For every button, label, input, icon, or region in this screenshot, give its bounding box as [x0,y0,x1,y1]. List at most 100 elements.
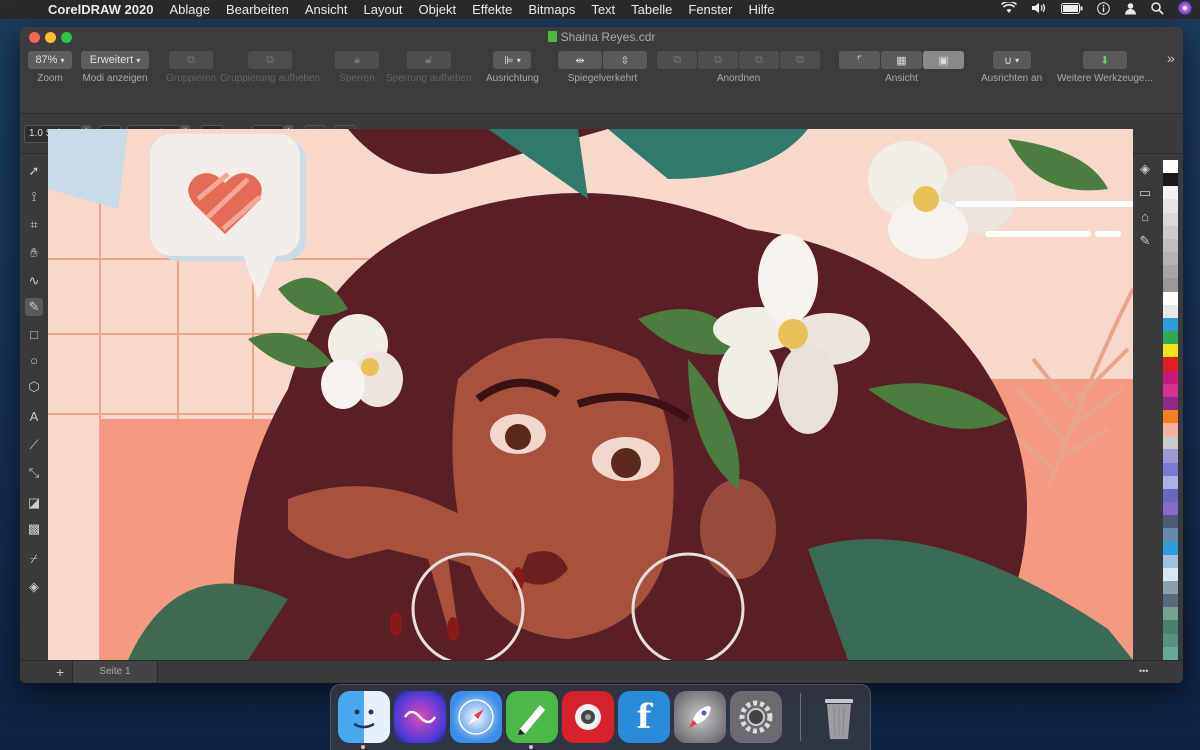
siri-icon[interactable] [1178,1,1192,18]
fontlab-icon[interactable]: f [618,691,670,743]
palette-swatch[interactable] [1163,291,1178,305]
palette-swatch[interactable] [1163,581,1178,595]
text-tool-icon[interactable]: A [25,408,43,426]
lock-button[interactable]: 🔒︎ [335,51,379,69]
palette-swatch[interactable] [1163,633,1178,647]
rectangle-tool-icon[interactable]: □ [25,326,43,344]
parallel-dimension-tool-icon[interactable]: ⟋ [25,436,43,454]
finder-icon[interactable] [338,691,390,743]
pan-tool-icon[interactable]: ✋︎ [25,244,43,262]
palette-swatch[interactable] [1163,436,1178,450]
more-tools-button[interactable]: ⬇ [1082,51,1127,69]
menu-hilfe[interactable]: Hilfe [740,2,782,17]
view-enhanced-button[interactable]: ▣ [923,51,964,69]
palette-swatch[interactable] [1163,344,1178,358]
palette-swatch[interactable] [1163,225,1178,239]
palette-swatch[interactable] [1163,423,1178,437]
palette-swatch[interactable] [1163,409,1178,424]
mode-select[interactable]: Erweitert ▾ [81,51,149,69]
palette-swatch[interactable] [1163,278,1178,292]
palette-swatch[interactable] [1163,317,1178,332]
view-pixels-button[interactable]: ▦ [881,51,922,69]
to-back-button[interactable]: ⧉ [780,51,820,69]
palette-swatch[interactable] [1163,238,1178,253]
minimize-window-button[interactable] [45,32,56,43]
unlock-button[interactable]: 🔓︎ [406,51,451,69]
palette-swatch[interactable] [1163,265,1178,279]
freehand-tool-icon[interactable]: ∿ [25,272,43,290]
launchpad-icon[interactable] [674,691,726,743]
eyedropper-tool-icon[interactable]: ⌿ [25,550,43,568]
menu-text[interactable]: Text [583,2,623,17]
page-tab[interactable]: Seite 1 [72,661,158,683]
menu-bitmaps[interactable]: Bitmaps [520,2,583,17]
menu-ansicht[interactable]: Ansicht [297,2,356,17]
app-menu[interactable]: CorelDRAW 2020 [40,2,161,17]
group-button[interactable]: ⧉ [169,51,214,69]
fill-tool-icon[interactable]: ◈ [25,578,43,596]
close-window-button[interactable] [29,32,40,43]
palette-swatch[interactable] [1163,607,1178,621]
drawing-canvas[interactable] [48,129,1133,660]
info-icon[interactable] [1097,1,1110,18]
battery-icon[interactable] [1061,2,1083,17]
menu-layout[interactable]: Layout [356,2,411,17]
mirror-vertical-button[interactable]: ⇳ [603,51,647,69]
connector-tool-icon[interactable]: ⤡ [25,464,43,482]
palette-swatch[interactable] [1163,541,1178,555]
palette-swatch[interactable] [1163,567,1178,581]
palette-swatch[interactable] [1163,396,1178,410]
ungroup-button[interactable]: ⧉ [248,51,293,69]
polygon-tool-icon[interactable]: ⬡ [25,378,43,396]
menu-bearbeiten[interactable]: Bearbeiten [218,2,297,17]
palette-swatch[interactable] [1163,554,1178,568]
add-page-button[interactable]: + [56,664,64,680]
tag-icon[interactable]: ⌂ [1136,208,1154,226]
transparency-tool-icon[interactable]: ▩ [25,520,43,538]
comments-icon[interactable]: ▭ [1136,184,1154,202]
palette-swatch[interactable] [1163,212,1178,226]
user-icon[interactable] [1124,2,1137,18]
toolbar-overflow-button[interactable]: » [1167,50,1175,66]
palette-swatch[interactable] [1163,331,1178,345]
hints-icon[interactable]: ✎ [1136,232,1154,250]
shape-tool-icon[interactable]: ⟟ [25,188,43,206]
to-front-button[interactable]: ⧉ [657,51,697,69]
coreldraw-icon[interactable] [506,691,558,743]
mirror-horizontal-button[interactable]: ⇹ [558,51,602,69]
crop-tool-icon[interactable]: ⌗ [25,216,43,234]
drop-shadow-tool-icon[interactable]: ◪ [25,494,43,512]
artistic-media-tool-icon[interactable]: ✎ [25,298,43,316]
forward-button[interactable]: ⧉ [698,51,738,69]
zoom-window-button[interactable] [61,32,72,43]
palette-swatch[interactable] [1163,488,1178,503]
palette-swatch[interactable] [1163,475,1178,489]
menu-tabelle[interactable]: Tabelle [623,2,680,17]
photo-booth-icon[interactable] [562,691,614,743]
align-button[interactable]: ⊫ ▾ [493,51,532,69]
system-preferences-icon[interactable] [730,691,782,743]
trash-icon[interactable] [813,691,865,743]
palette-swatch[interactable] [1163,502,1178,516]
zoom-select[interactable]: 87% ▾ [28,51,72,69]
view-wireframe-button[interactable]: ⌜ [839,51,880,69]
palette-swatch[interactable] [1163,528,1178,542]
menu-objekt[interactable]: Objekt [411,2,465,17]
palette-swatch[interactable] [1163,173,1178,187]
pick-tool-icon[interactable]: ➚ [25,162,43,180]
palette-swatch[interactable] [1163,160,1178,174]
palette-swatch[interactable] [1163,370,1178,384]
wifi-icon[interactable] [1000,0,1018,17]
layers-icon[interactable]: ◈ [1136,160,1154,178]
palette-swatch[interactable] [1163,252,1178,266]
siri-dock-icon[interactable] [394,691,446,743]
menu-effekte[interactable]: Effekte [464,2,520,17]
backward-button[interactable]: ⧉ [739,51,779,69]
volume-icon[interactable] [1031,2,1047,17]
menu-fenster[interactable]: Fenster [680,2,740,17]
search-icon[interactable] [1151,1,1164,18]
palette-swatch[interactable] [1163,620,1178,634]
palette-swatch[interactable] [1163,186,1178,200]
palette-swatch[interactable] [1163,449,1178,463]
palette-swatch[interactable] [1163,304,1178,318]
